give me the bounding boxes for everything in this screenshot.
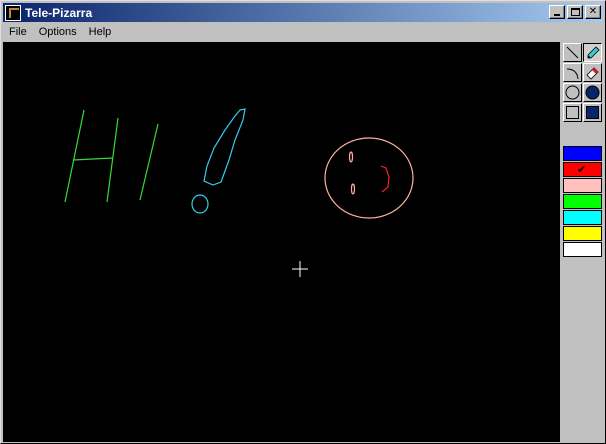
close-button[interactable]: ✕ <box>585 5 601 19</box>
drawing-stroke <box>350 183 356 195</box>
filled-rectangle-tool-button[interactable] <box>583 103 602 122</box>
arc-tool-button[interactable] <box>563 63 582 82</box>
title-bar[interactable]: Tele-Pizarra ✕ <box>3 3 603 22</box>
line-icon <box>566 46 579 59</box>
menu-options[interactable]: Options <box>33 23 83 41</box>
drawing-exclamation <box>191 108 246 214</box>
title-buttons: ✕ <box>547 5 601 19</box>
color-swatch[interactable] <box>563 226 602 241</box>
menu-file[interactable]: File <box>3 23 33 41</box>
close-icon: ✕ <box>588 6 598 17</box>
checkmark-icon: ✔ <box>577 163 587 176</box>
color-swatch[interactable] <box>563 178 602 193</box>
drawing-stroke <box>191 194 209 214</box>
menu-bar: File Options Help <box>3 23 603 41</box>
pencil-tool-button[interactable] <box>583 43 602 62</box>
maximize-icon <box>571 8 580 16</box>
filled-circle-icon <box>585 85 600 100</box>
color-swatch[interactable] <box>563 210 602 225</box>
color-swatch[interactable] <box>563 146 602 161</box>
line-tool-button[interactable] <box>563 43 582 62</box>
color-swatch[interactable] <box>563 242 602 257</box>
drawing-stroke <box>324 137 414 219</box>
drawing-stroke <box>106 117 119 203</box>
crosshair-cursor-icon <box>292 261 308 277</box>
eraser-icon <box>586 67 599 80</box>
filled-circle-tool-button[interactable] <box>583 83 602 102</box>
drawing-layer <box>64 108 414 277</box>
color-swatch[interactable]: ✔ <box>563 162 602 177</box>
window-title: Tele-Pizarra <box>25 5 93 20</box>
toolbox-panel: ✔ <box>562 42 604 442</box>
drawing-canvas[interactable] <box>3 42 560 442</box>
drawing-stroke <box>380 165 390 193</box>
rectangle-icon <box>566 106 579 119</box>
drawing-smiley <box>324 137 414 219</box>
app-window: Tele-Pizarra ✕ File Options Help ✔ <box>0 0 606 444</box>
minimize-icon <box>554 14 560 16</box>
pencil-icon <box>587 46 600 59</box>
app-icon[interactable] <box>5 4 21 21</box>
color-swatch[interactable] <box>563 194 602 209</box>
drawing-stroke <box>72 157 114 161</box>
minimize-button[interactable] <box>549 5 565 19</box>
maximize-button[interactable] <box>567 5 583 19</box>
rectangle-tool-button[interactable] <box>563 103 582 122</box>
filled-rectangle-icon <box>586 106 599 119</box>
menu-help[interactable]: Help <box>83 23 118 41</box>
drawing-stroke <box>64 109 85 203</box>
drawing-stroke <box>203 108 246 186</box>
circle-tool-button[interactable] <box>563 83 582 102</box>
circle-icon <box>565 85 580 100</box>
drawing-h-letter <box>64 109 159 203</box>
arc-icon <box>566 68 579 80</box>
eraser-tool-button[interactable] <box>583 63 602 82</box>
drawing-stroke <box>139 123 159 201</box>
drawing-stroke <box>348 151 354 163</box>
